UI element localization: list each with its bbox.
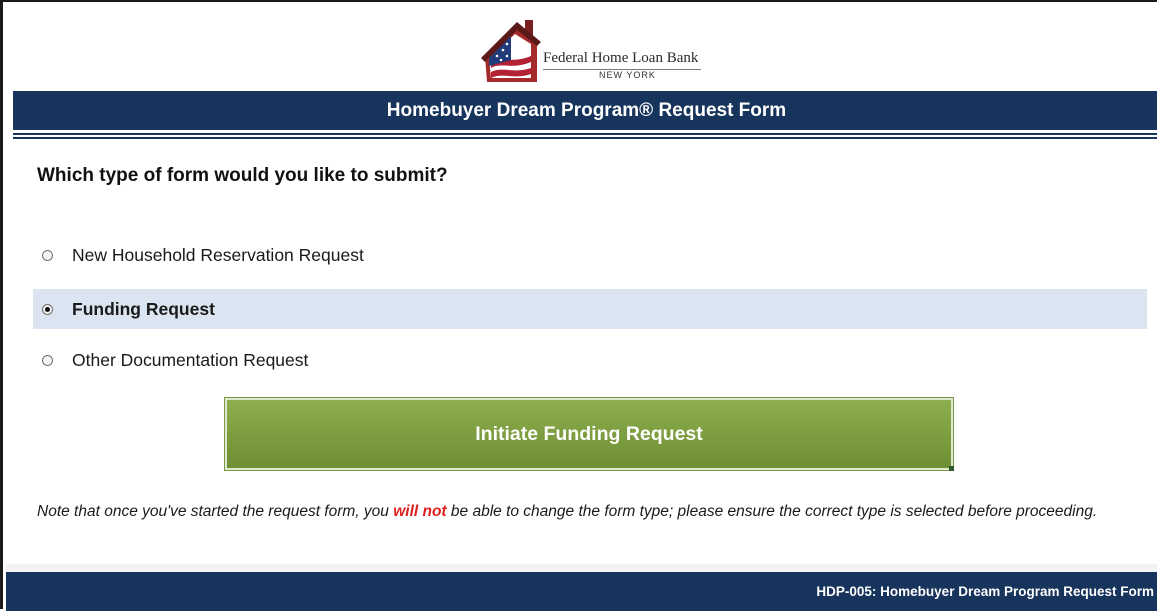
form-title-bar: Homebuyer Dream Program® Request Form bbox=[13, 91, 1157, 130]
radio-button[interactable] bbox=[42, 249, 53, 261]
footer-spacer bbox=[6, 564, 1157, 572]
radio-button[interactable] bbox=[42, 354, 53, 366]
form-question: Which type of form would you like to sub… bbox=[37, 165, 448, 186]
note-emphasis: will not bbox=[393, 503, 447, 520]
form-title: Homebuyer Dream Program® Request Form bbox=[386, 99, 787, 121]
logo-location: NEW YORK bbox=[599, 70, 656, 80]
initiate-request-button[interactable]: Initiate Funding Request bbox=[224, 397, 954, 471]
form-window: Federal Home Loan Bank NEW YORK Homebuye… bbox=[0, 0, 1157, 611]
option-other-documentation[interactable]: Other Documentation Request bbox=[33, 340, 1147, 380]
footer-bar: HDP-005: Homebuyer Dream Program Request… bbox=[6, 572, 1157, 611]
option-label: Funding Request bbox=[72, 298, 215, 319]
logo-bank-name: Federal Home Loan Bank bbox=[543, 50, 699, 66]
note-text-start: Note that once you've started the reques… bbox=[37, 503, 394, 520]
title-divider-top bbox=[13, 133, 1157, 135]
option-new-household-reservation[interactable]: New Household Reservation Request bbox=[33, 235, 1147, 275]
house-flag-icon bbox=[481, 20, 541, 82]
form-type-note: Note that once you've started the reques… bbox=[37, 499, 1127, 524]
title-divider-bottom bbox=[13, 137, 1157, 139]
radio-button-selected[interactable] bbox=[42, 303, 53, 315]
footer-form-id: HDP-005: Homebuyer Dream Program Request… bbox=[816, 584, 1154, 599]
initiate-request-label: Initiate Funding Request bbox=[475, 422, 703, 445]
option-funding-request[interactable]: Funding Request bbox=[33, 289, 1147, 329]
note-text-end: be able to change the form type; please … bbox=[446, 503, 1098, 520]
option-label: Other Documentation Request bbox=[72, 349, 309, 370]
fhlb-logo: Federal Home Loan Bank NEW YORK bbox=[481, 14, 711, 84]
resize-handle[interactable] bbox=[949, 466, 954, 471]
option-label: New Household Reservation Request bbox=[72, 244, 364, 265]
